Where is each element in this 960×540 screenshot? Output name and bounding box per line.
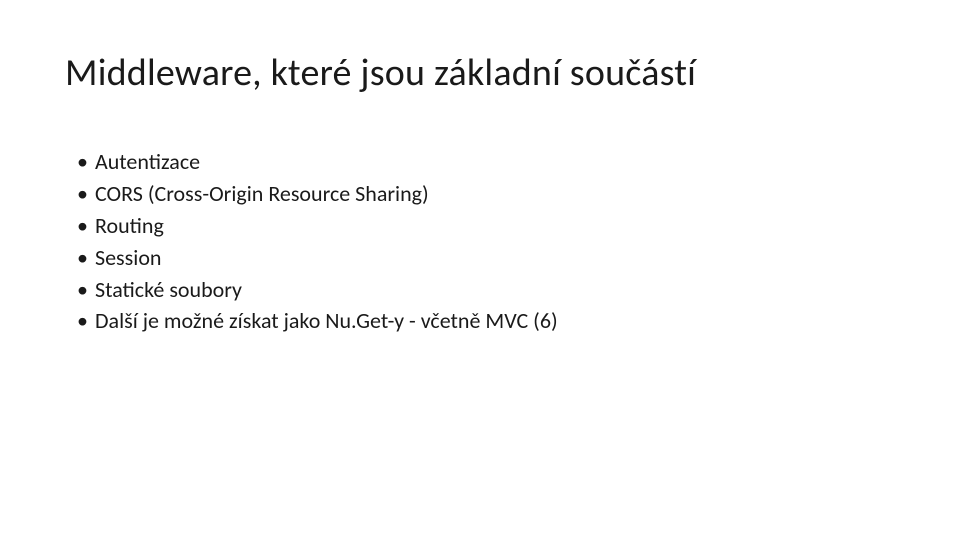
slide-title: Middleware, které jsou základní součástí [65,50,895,96]
list-item: Statické soubory [77,274,895,306]
list-item: Další je možné získat jako Nu.Get-y - vč… [77,305,895,337]
bullet-list: Autentizace CORS (Cross-Origin Resource … [65,146,895,337]
list-item: Routing [77,210,895,242]
list-item: Autentizace [77,146,895,178]
list-item: Session [77,242,895,274]
list-item: CORS (Cross-Origin Resource Sharing) [77,178,895,210]
